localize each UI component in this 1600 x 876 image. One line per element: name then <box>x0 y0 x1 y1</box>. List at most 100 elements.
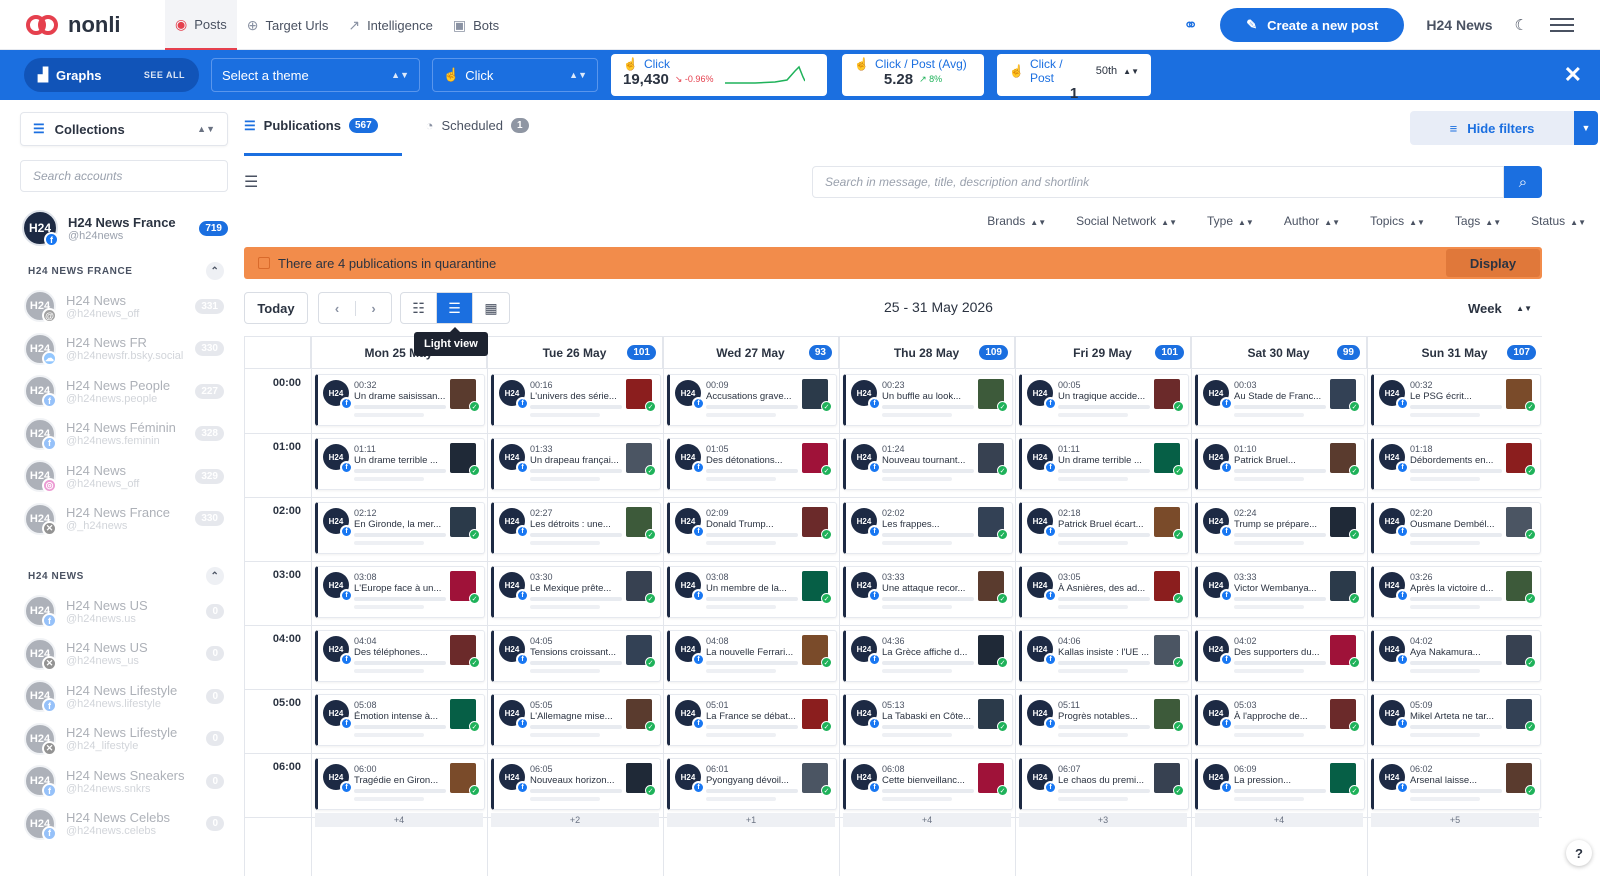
close-icon[interactable]: ✕ <box>1564 62 1582 88</box>
post-card[interactable]: H24 f 00:05 Un tragique accide... ✓ <box>1019 374 1189 426</box>
search-icon[interactable]: ⌕ <box>1504 166 1542 198</box>
account-item[interactable]: H24 ◎ H24 News @h24news_off 329 <box>24 458 224 494</box>
tab-scheduled[interactable]: ◔ Scheduled 1 <box>426 112 529 156</box>
nav-bots[interactable]: ▣ Bots <box>443 0 509 50</box>
post-card[interactable]: H24 f 01:11 Un drame terrible ... ✓ <box>315 438 485 490</box>
filter-author[interactable]: Author ▲▼ <box>1284 214 1340 228</box>
post-card[interactable]: H24 f 01:05 Des détonations... ✓ <box>667 438 837 490</box>
current-brand[interactable]: H24 News <box>1426 17 1492 33</box>
post-card[interactable]: H24 f 06:07 Le chaos du premi... ✓ <box>1019 758 1189 810</box>
search-publications-input[interactable]: Search in message, title, description an… <box>812 166 1504 198</box>
filter-status[interactable]: Status ▲▼ <box>1531 214 1586 228</box>
group-header[interactable]: H24 NEWS FRANCE ⌃ <box>28 262 224 280</box>
stat-card-click[interactable]: ☝ Click 19,430 ↘ -0.96% <box>611 54 827 96</box>
chevron-right-icon[interactable]: › <box>355 300 391 316</box>
post-card[interactable]: H24 f 03:08 Un membre de la... ✓ <box>667 566 837 618</box>
post-card[interactable]: H24 f 06:09 La pression... ✓ <box>1195 758 1365 810</box>
post-card[interactable]: H24 f 01:24 Nouveau tournant... ✓ <box>843 438 1013 490</box>
post-card[interactable]: H24 f 04:02 Aya Nakamura... ✓ <box>1371 630 1541 682</box>
account-item[interactable]: H24 f H24 News Sneakers @h24news.snkrs 0 <box>24 763 224 799</box>
chevron-up-icon[interactable]: ⌃ <box>206 262 224 280</box>
grid-view-icon[interactable]: ▦ <box>473 293 509 323</box>
post-card[interactable]: H24 f 02:27 Les détroits : une... ✓ <box>491 502 661 554</box>
post-card[interactable]: H24 f 03:33 Victor Wembanya... ✓ <box>1195 566 1365 618</box>
post-card[interactable]: H24 f 03:26 Après la victoire d... ✓ <box>1371 566 1541 618</box>
chevron-down-icon[interactable]: ▼ <box>1574 111 1598 145</box>
post-card[interactable]: H24 f 01:33 Un drapeau françai... ✓ <box>491 438 661 490</box>
search-accounts-input[interactable]: Search accounts <box>20 160 228 192</box>
post-card[interactable]: H24 f 03:30 Le Mexique prête... ✓ <box>491 566 661 618</box>
post-card[interactable]: H24 f 06:02 Arsenal laisse... ✓ <box>1371 758 1541 810</box>
more-posts-link[interactable]: +2 <box>491 813 659 827</box>
theme-select[interactable]: Select a theme ▲▼ <box>211 58 420 92</box>
post-card[interactable]: H24 f 06:08 Cette bienveillanc... ✓ <box>843 758 1013 810</box>
stat-card-click-per-post-avg[interactable]: ☝ Click / Post (Avg) 5.28 ↗ 8% <box>842 54 984 96</box>
post-card[interactable]: H24 f 05:03 À l'approche de... ✓ <box>1195 694 1365 746</box>
nav-posts[interactable]: ◉ Posts <box>165 0 237 50</box>
account-item[interactable]: H24 f H24 News People @h24news.people 227 <box>24 373 224 409</box>
period-select[interactable]: Week ▲▼ <box>1458 292 1542 324</box>
post-card[interactable]: H24 f 04:02 Des supporters du... ✓ <box>1195 630 1365 682</box>
chevron-left-icon[interactable]: ‹ <box>319 301 355 316</box>
post-card[interactable]: H24 f 04:06 Kallas insiste : l'UE ... ✓ <box>1019 630 1189 682</box>
post-card[interactable]: H24 f 00:09 Accusations grave... ✓ <box>667 374 837 426</box>
post-card[interactable]: H24 f 02:18 Patrick Bruel écart... ✓ <box>1019 502 1189 554</box>
post-card[interactable]: H24 f 03:33 Une attaque recor... ✓ <box>843 566 1013 618</box>
main-account[interactable]: H24 f H24 News France @h24news 719 <box>22 206 228 250</box>
moon-icon[interactable]: ☾ <box>1515 16 1528 34</box>
account-item[interactable]: H24 f H24 News Celebs @h24news.celebs 0 <box>24 806 224 842</box>
post-card[interactable]: H24 f 03:08 L'Europe face à un... ✓ <box>315 566 485 618</box>
account-item[interactable]: H24 @ H24 News @h24news_off 331 <box>24 288 224 324</box>
account-item[interactable]: H24 f H24 News US @h24news.us 0 <box>24 593 224 629</box>
post-card[interactable]: H24 f 06:01 Pyongyang dévoil... ✓ <box>667 758 837 810</box>
post-card[interactable]: H24 f 04:05 Tensions croissant... ✓ <box>491 630 661 682</box>
post-card[interactable]: H24 f 05:05 L'Allemagne mise... ✓ <box>491 694 661 746</box>
hide-filters-button[interactable]: ≡ Hide filters <box>1410 111 1574 145</box>
nav-intelligence[interactable]: ↗ Intelligence <box>338 0 443 50</box>
post-card[interactable]: H24 f 04:36 La Grèce affiche d... ✓ <box>843 630 1013 682</box>
percentile-select[interactable]: 50th <box>1096 65 1117 77</box>
post-card[interactable]: H24 f 01:10 Patrick Bruel... ✓ <box>1195 438 1365 490</box>
link-icon[interactable]: ⚭ <box>1183 15 1198 36</box>
more-posts-link[interactable]: +1 <box>667 813 835 827</box>
more-posts-link[interactable]: +3 <box>1019 813 1187 827</box>
create-post-button[interactable]: ✎ Create a new post <box>1220 8 1405 42</box>
help-button[interactable]: ? <box>1566 840 1592 866</box>
group-header[interactable]: H24 NEWS ⌃ <box>28 567 224 585</box>
light-view-icon[interactable]: ☰ <box>437 293 473 323</box>
more-posts-link[interactable]: +4 <box>315 813 483 827</box>
filter-type[interactable]: Type ▲▼ <box>1207 214 1254 228</box>
post-card[interactable]: H24 f 05:09 Mikel Arteta ne tar... ✓ <box>1371 694 1541 746</box>
nav-target-urls[interactable]: ⊕ Target Urls <box>237 0 339 50</box>
post-card[interactable]: H24 f 00:23 Un buffle au look... ✓ <box>843 374 1013 426</box>
account-item[interactable]: H24 ✕ H24 News Lifestyle @h24_lifestyle 0 <box>24 721 224 757</box>
filter-tags[interactable]: Tags ▲▼ <box>1455 214 1501 228</box>
post-card[interactable]: H24 f 03:05 À Asnières, des ad... ✓ <box>1019 566 1189 618</box>
tab-publications[interactable]: ☰ Publications 567 <box>244 112 402 156</box>
filter-social-network[interactable]: Social Network ▲▼ <box>1076 214 1177 228</box>
post-card[interactable]: H24 f 04:04 Des téléphones... ✓ <box>315 630 485 682</box>
graphs-button[interactable]: ▟ Graphs SEE ALL <box>24 58 199 92</box>
menu-icon[interactable] <box>1550 18 1574 32</box>
detailed-view-icon[interactable]: ☷ <box>401 293 437 323</box>
post-card[interactable]: H24 f 01:11 Un drame terrible ... ✓ <box>1019 438 1189 490</box>
post-card[interactable]: H24 f 02:12 En Gironde, la mer... ✓ <box>315 502 485 554</box>
more-posts-link[interactable]: +4 <box>1195 813 1363 827</box>
post-card[interactable]: H24 f 05:01 La France se débat... ✓ <box>667 694 837 746</box>
more-posts-link[interactable]: +5 <box>1371 813 1539 827</box>
post-card[interactable]: H24 f 02:09 Donald Trump... ✓ <box>667 502 837 554</box>
more-posts-link[interactable]: +4 <box>843 813 1011 827</box>
filter-topics[interactable]: Topics ▲▼ <box>1370 214 1425 228</box>
account-item[interactable]: H24 ✕ H24 News US @h24news_us 0 <box>24 636 224 672</box>
account-item[interactable]: H24 f H24 News Lifestyle @h24news.lifestyle… <box>24 678 224 714</box>
post-card[interactable]: H24 f 05:13 La Tabaski en Côte... ✓ <box>843 694 1013 746</box>
post-card[interactable]: H24 f 02:20 Ousmane Dembél... ✓ <box>1371 502 1541 554</box>
today-button[interactable]: Today <box>244 292 308 324</box>
post-card[interactable]: H24 f 02:24 Trump se prépare... ✓ <box>1195 502 1365 554</box>
metric-select[interactable]: ☝ Click ▲▼ <box>432 58 598 92</box>
see-all-link[interactable]: SEE ALL <box>144 70 185 80</box>
chevron-up-icon[interactable]: ⌃ <box>206 567 224 585</box>
post-card[interactable]: H24 f 00:16 L'univers des série... ✓ <box>491 374 661 426</box>
collections-select[interactable]: ☰ Collections ▲▼ <box>20 112 228 146</box>
display-button[interactable]: Display <box>1446 249 1540 277</box>
